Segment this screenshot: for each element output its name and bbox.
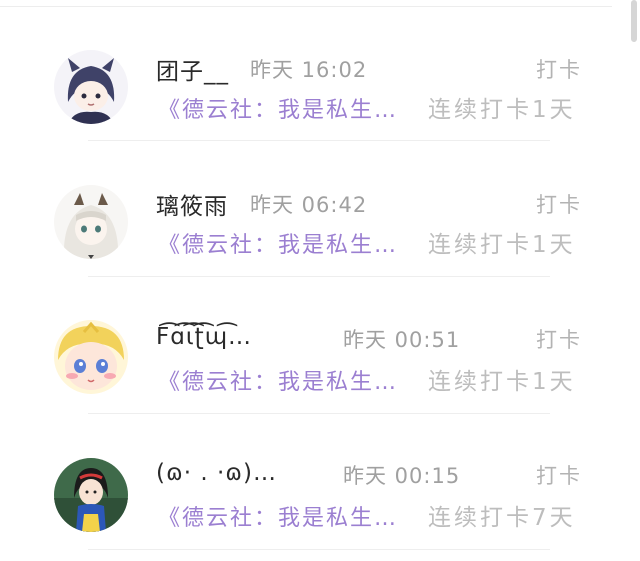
book-title-link[interactable]: 《德云社：我是私生… [158, 500, 398, 532]
user-name[interactable]: 璃筱雨 [156, 187, 228, 221]
streak-text: 连续打卡1天 [428, 232, 576, 258]
list-item[interactable]: F͡ɑ͡ι͡ʈ͡ɰ͡… 昨天 00:51 打卡 《德云社：我是私生… 连续打卡1… [0, 272, 640, 414]
streak-text: 连续打卡7天 [428, 505, 576, 531]
book-title-link[interactable]: 《德云社：我是私生… [158, 364, 398, 396]
user-name[interactable]: 团子__ [156, 52, 229, 86]
user-name[interactable]: (ɷ· . ·ɷ)… [156, 460, 277, 486]
post-time: 昨天 16:02 [250, 58, 368, 82]
checkin-label: 打卡 [536, 328, 582, 352]
avatar[interactable] [54, 50, 128, 124]
list-item[interactable]: (ɷ· . ·ɷ)… 昨天 00:15 打卡 《德云社：我是私生… 连续打卡7天 [0, 410, 640, 550]
list-item[interactable]: 团子__ 昨天 16:02 打卡 《德云社：我是私生… 连续打卡1天 [0, 0, 640, 141]
book-title-link[interactable]: 《德云社：我是私生… [158, 227, 398, 259]
checkin-label: 打卡 [536, 464, 582, 488]
avatar[interactable] [54, 320, 128, 394]
checkin-label: 打卡 [536, 193, 582, 217]
divider [88, 549, 550, 550]
post-time: 昨天 06:42 [250, 193, 368, 217]
post-time: 昨天 00:51 [343, 328, 461, 352]
book-title-link[interactable]: 《德云社：我是私生… [158, 92, 398, 124]
avatar[interactable] [54, 185, 128, 259]
streak-text: 连续打卡1天 [428, 97, 576, 123]
user-name[interactable]: F͡ɑ͡ι͡ʈ͡ɰ͡… [156, 324, 252, 350]
post-time: 昨天 00:15 [343, 464, 461, 488]
list-item[interactable]: 璃筱雨 昨天 06:42 打卡 《德云社：我是私生… 连续打卡1天 [0, 135, 640, 277]
checkin-label: 打卡 [536, 58, 582, 82]
avatar[interactable] [54, 458, 128, 532]
streak-text: 连续打卡1天 [428, 369, 576, 395]
